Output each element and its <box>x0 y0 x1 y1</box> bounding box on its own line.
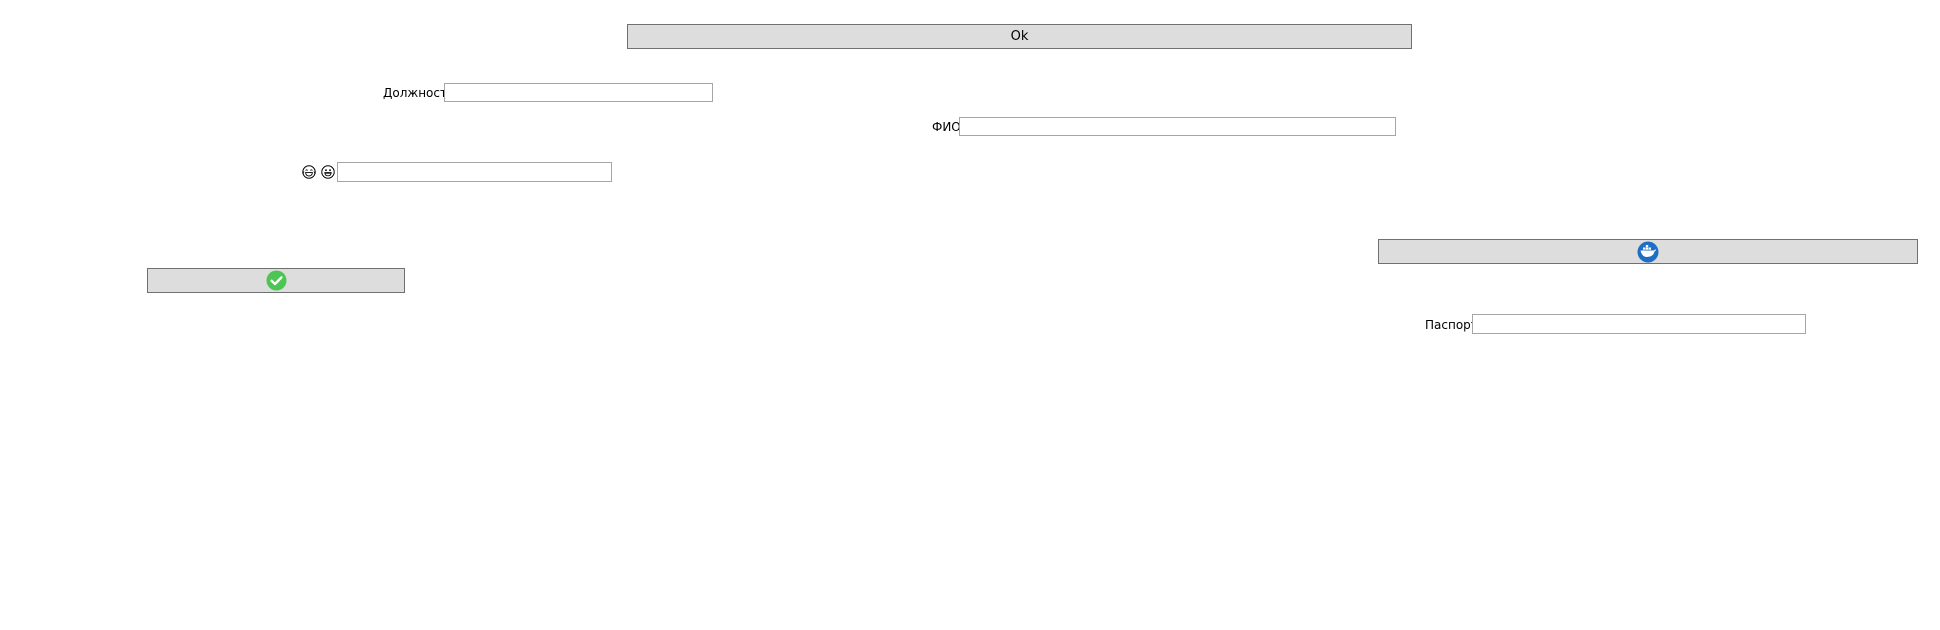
fio-label: ФИО <box>932 120 961 134</box>
ok-button-label: Ok <box>1010 29 1029 44</box>
position-input[interactable] <box>444 83 713 102</box>
docker-whale-icon <box>1637 241 1659 262</box>
docker-button[interactable] <box>1378 239 1918 264</box>
fio-input[interactable] <box>959 117 1396 136</box>
passport-label: Паспорт <box>1425 318 1478 332</box>
ok-button[interactable]: Ok <box>627 24 1412 49</box>
emoji-input[interactable] <box>337 162 612 182</box>
laughing-face-icon <box>302 165 316 179</box>
confirm-button[interactable] <box>147 268 405 293</box>
passport-input[interactable] <box>1472 314 1806 334</box>
check-circle-icon <box>266 270 286 291</box>
grinning-face-icon <box>321 165 335 179</box>
form-canvas: Ok Должность ФИО Паспорт <box>0 0 1940 630</box>
